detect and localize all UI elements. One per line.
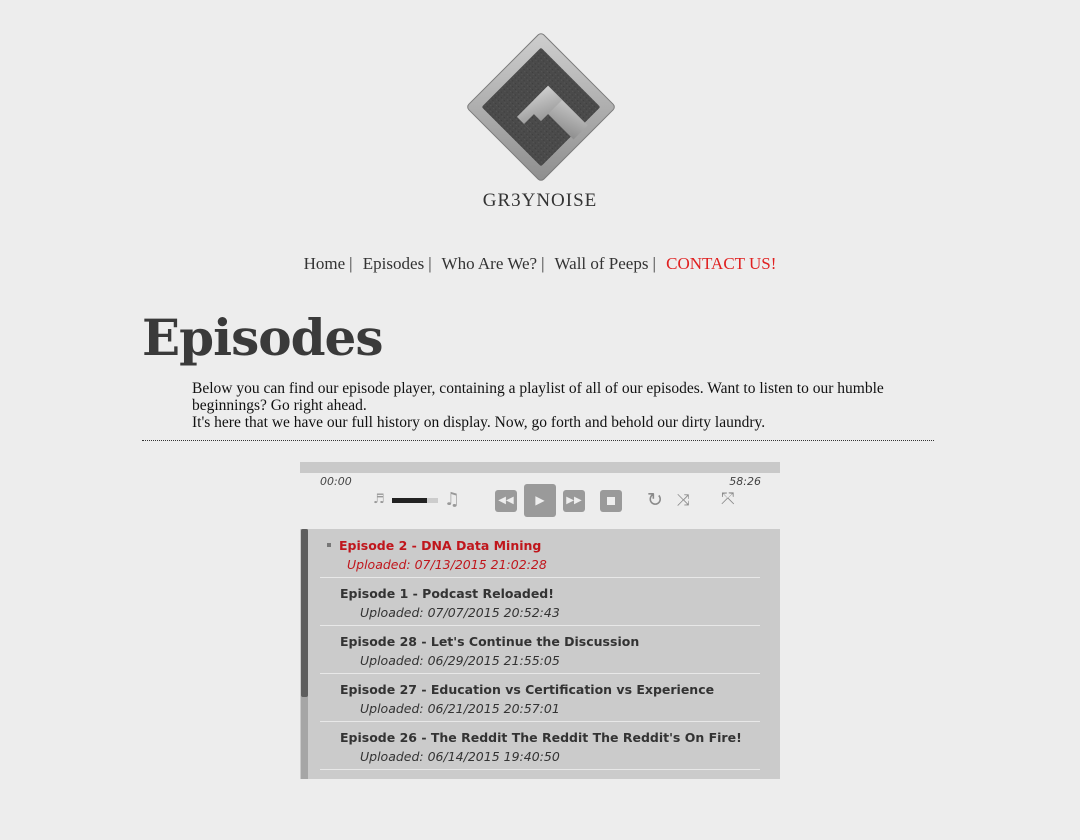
intro-text: Below you can find our episode player, c…	[192, 380, 892, 431]
next-icon: ▶▶	[566, 495, 582, 506]
nav-episodes[interactable]: Episodes	[363, 254, 424, 273]
play-button[interactable]: ▶	[524, 484, 556, 517]
current-time: 00:00	[320, 475, 352, 488]
track-upload-date: Uploaded: 06/29/2015 21:55:05	[360, 653, 560, 668]
active-bullet-icon	[327, 543, 331, 547]
main-nav: Home | Episodes | Who Are We? | Wall of Pee…	[0, 254, 1080, 274]
track-title: Episode 26 - The Reddit The Reddit The R…	[340, 730, 742, 745]
nav-separator: |	[541, 254, 545, 273]
volume-low-icon[interactable]: ♬	[373, 492, 385, 507]
volume-level	[392, 498, 427, 503]
track-title: Episode 2 - DNA Data Mining	[339, 538, 542, 553]
nav-separator: |	[428, 254, 432, 273]
stop-button[interactable]	[600, 490, 622, 512]
playlist-item[interactable]: Episode 28 - Let's Continue the Discussi…	[320, 625, 760, 674]
playlist-item[interactable]: Episode 26 - The Reddit The Reddit The R…	[320, 721, 760, 770]
nav-separator: |	[652, 254, 656, 273]
track-upload-date: Uploaded: 06/21/2015 20:57:01	[360, 701, 560, 716]
previous-button[interactable]: ◀◀	[495, 490, 517, 512]
site-logo[interactable]	[462, 28, 620, 186]
volume-slider[interactable]	[392, 498, 438, 503]
track-title: Episode 27 - Education vs Certification …	[340, 682, 715, 697]
previous-icon: ◀◀	[498, 495, 514, 506]
nav-who-are-we[interactable]: Who Are We?	[442, 254, 538, 273]
intro-paragraph-2: It's here that we have our full history …	[192, 414, 766, 431]
shuffle-icon[interactable]: ⤨	[677, 490, 690, 510]
intro-paragraph-1: Below you can find our episode player, c…	[192, 380, 884, 414]
page-title: Episodes	[142, 308, 383, 367]
track-title: Episode 28 - Let's Continue the Discussi…	[340, 634, 640, 649]
nav-separator: |	[349, 254, 353, 273]
play-icon: ▶	[535, 493, 545, 507]
audio-player: 00:00 58:26 ♬ ♫ ◀◀ ▶ ▶▶ ↻ ⤨ ⤧	[300, 462, 780, 522]
nav-contact-us[interactable]: CONTACT US!	[666, 254, 776, 273]
progress-bar[interactable]	[300, 462, 780, 473]
track-title: Episode 1 - Podcast Reloaded!	[340, 586, 554, 601]
playlist-scrollbar-thumb[interactable]	[301, 529, 308, 697]
logo-text: GR3YNOISE	[482, 190, 598, 211]
playlist: Episode 2 - DNA Data Mining Uploaded: 07…	[300, 529, 780, 779]
track-upload-date: Uploaded: 07/13/2015 21:02:28	[347, 557, 547, 572]
fullscreen-icon[interactable]: ⤧	[721, 489, 735, 509]
total-time: 58:26	[729, 475, 761, 488]
nav-home[interactable]: Home	[304, 254, 346, 273]
track-upload-date: Uploaded: 06/14/2015 19:40:50	[360, 749, 560, 764]
dotted-divider	[142, 440, 934, 441]
next-button[interactable]: ▶▶	[563, 490, 585, 512]
playlist-item[interactable]: Episode 27 - Education vs Certification …	[320, 673, 760, 722]
repeat-icon[interactable]: ↻	[647, 489, 663, 511]
nav-wall-of-peeps[interactable]: Wall of Peeps	[554, 254, 648, 273]
playlist-item-active[interactable]: Episode 2 - DNA Data Mining Uploaded: 07…	[320, 529, 760, 578]
track-upload-date: Uploaded: 07/07/2015 20:52:43	[360, 605, 560, 620]
playlist-item[interactable]: Episode 1 - Podcast Reloaded! Uploaded: …	[320, 577, 760, 626]
volume-high-icon[interactable]: ♫	[444, 489, 460, 510]
